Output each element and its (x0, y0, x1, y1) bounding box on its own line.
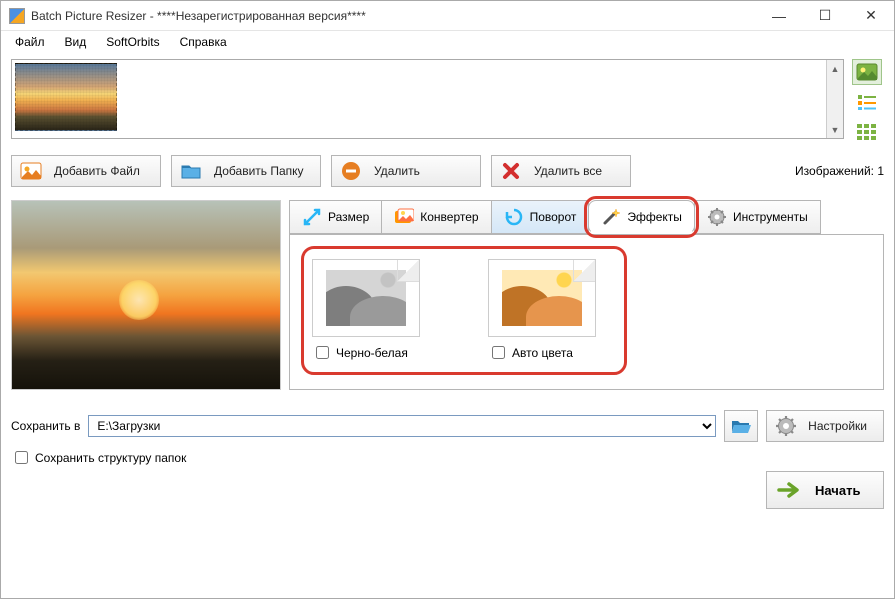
save-to-label: Сохранить в (11, 419, 80, 433)
resize-icon (302, 207, 322, 227)
view-list-button[interactable] (852, 89, 882, 115)
minimize-button[interactable]: — (756, 1, 802, 31)
menu-file[interactable]: Файл (5, 33, 55, 51)
titlebar: Batch Picture Resizer - ****Незарегистри… (1, 1, 894, 31)
grayscale-label: Черно-белая (336, 346, 408, 360)
tab-tools[interactable]: Инструменты (694, 200, 821, 234)
save-path-dropdown[interactable]: E:\Загрузки (88, 415, 716, 437)
rotate-icon (504, 207, 524, 227)
scroll-down-icon[interactable]: ▼ (827, 121, 843, 138)
delete-icon (340, 160, 362, 182)
menu-view[interactable]: Вид (55, 33, 97, 51)
settings-label: Настройки (808, 419, 867, 433)
view-grid-button[interactable] (852, 119, 882, 145)
browse-folder-button[interactable] (724, 410, 758, 442)
list-icon (856, 93, 878, 111)
delete-all-icon (500, 160, 522, 182)
app-window: Batch Picture Resizer - ****Незарегистри… (0, 0, 895, 599)
keep-structure-checkbox[interactable] (15, 451, 28, 464)
picture-icon (856, 63, 878, 81)
autocolor-preview (488, 259, 596, 337)
grayscale-preview (312, 259, 420, 337)
delete-label: Удалить (374, 164, 420, 178)
tab-area: Размер Конвертер Поворот (289, 200, 884, 390)
effects-panel: Черно-белая Авто цвета (289, 234, 884, 390)
effect-grayscale: Черно-белая (312, 259, 440, 362)
settings-button[interactable]: Настройки (766, 410, 884, 442)
delete-all-label: Удалить все (534, 164, 602, 178)
add-folder-label: Добавить Папку (214, 164, 304, 178)
image-preview (11, 200, 281, 390)
close-button[interactable]: ✕ (848, 1, 894, 31)
menu-softorbits[interactable]: SoftOrbits (96, 33, 169, 51)
grid-icon (856, 123, 878, 141)
add-folder-button[interactable]: Добавить Папку (171, 155, 321, 187)
maximize-button[interactable]: ☐ (802, 1, 848, 31)
start-button[interactable]: Начать (766, 471, 884, 509)
thumbnail-strip[interactable]: ▲ ▼ (11, 59, 844, 139)
toolbar: Добавить Файл Добавить Папку Удалить Уда… (11, 155, 884, 187)
image-count: Изображений: 1 (795, 164, 884, 178)
tab-converter[interactable]: Конвертер (381, 200, 491, 234)
tabs: Размер Конвертер Поворот (289, 200, 884, 234)
selected-thumbnail[interactable] (15, 63, 117, 131)
tab-size[interactable]: Размер (289, 200, 382, 234)
add-file-button[interactable]: Добавить Файл (11, 155, 161, 187)
delete-all-button[interactable]: Удалить все (491, 155, 631, 187)
keep-structure-label: Сохранить структуру папок (35, 451, 186, 465)
effect-autocolor: Авто цвета (488, 259, 616, 362)
scroll-up-icon[interactable]: ▲ (827, 60, 843, 77)
keep-structure-row[interactable]: Сохранить структуру папок (11, 448, 884, 467)
grayscale-checkbox[interactable] (316, 346, 329, 359)
folder-open-icon (730, 417, 752, 435)
window-title: Batch Picture Resizer - ****Незарегистри… (31, 9, 756, 23)
start-label: Начать (815, 483, 860, 498)
tab-rotate[interactable]: Поворот (491, 200, 590, 234)
app-icon (9, 8, 25, 24)
add-folder-icon (180, 160, 202, 182)
thumbnail-scrollbar[interactable]: ▲ ▼ (826, 60, 843, 138)
autocolor-checkbox-row[interactable]: Авто цвета (488, 343, 616, 362)
autocolor-label: Авто цвета (512, 346, 573, 360)
menubar: Файл Вид SoftOrbits Справка (1, 31, 894, 53)
view-thumbnails-button[interactable] (852, 59, 882, 85)
tab-effects[interactable]: Эффекты (588, 200, 695, 234)
delete-button[interactable]: Удалить (331, 155, 481, 187)
bottom-panel: Сохранить в E:\Загрузки Настройки Сохран… (11, 410, 884, 509)
add-file-label: Добавить Файл (54, 164, 140, 178)
gear-icon (707, 207, 727, 227)
autocolor-checkbox[interactable] (492, 346, 505, 359)
effects-highlight-box: Черно-белая Авто цвета (304, 249, 624, 372)
grayscale-checkbox-row[interactable]: Черно-белая (312, 343, 440, 362)
start-arrow-icon (777, 480, 801, 500)
settings-gear-icon (775, 415, 796, 437)
view-mode-buttons (850, 59, 884, 145)
converter-icon (394, 207, 414, 227)
add-file-icon (20, 160, 42, 182)
magic-wand-icon (601, 207, 621, 227)
menu-help[interactable]: Справка (170, 33, 237, 51)
